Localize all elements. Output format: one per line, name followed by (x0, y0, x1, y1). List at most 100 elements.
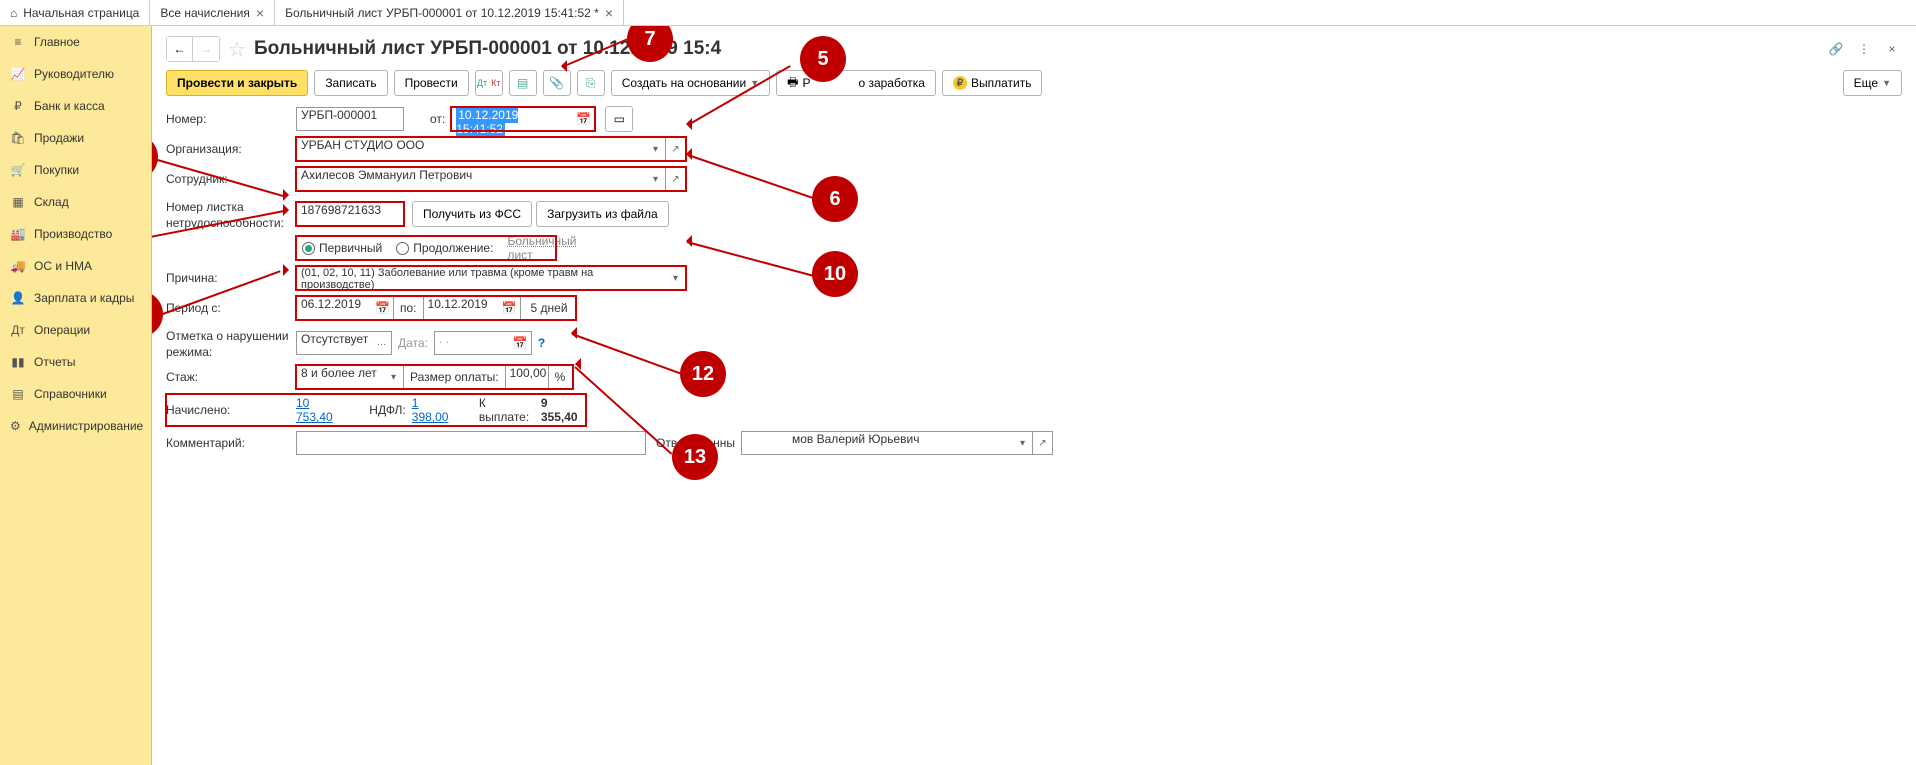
close-icon[interactable]: × (256, 5, 264, 21)
reason-input-group: (01, 02, 10, 11) Заболевание или травма … (296, 266, 686, 290)
dropdown-button[interactable]: ▾ (646, 167, 666, 191)
create-based-label: Создать на основании (622, 76, 747, 90)
dropdown-button[interactable]: ▾ (646, 137, 666, 161)
number-input[interactable]: УРБП-000001 (296, 107, 404, 131)
sheet-no-input[interactable]: 187698721633 (296, 202, 404, 226)
calendar-button[interactable]: 📅 (510, 331, 532, 355)
chart-icon: 📈 (10, 66, 26, 82)
more-button[interactable]: Еще▼ (1843, 70, 1902, 96)
more-menu-icon[interactable]: ⋮ (1854, 39, 1874, 59)
employee-input[interactable]: Ахилесов Эммануил Петрович (296, 167, 646, 191)
favorite-star-icon[interactable]: ☆ (228, 37, 246, 62)
employee-input-group: Ахилесов Эммануил Петрович ▾ ↗ (296, 167, 686, 191)
chevron-down-icon: ▼ (1882, 78, 1891, 88)
get-fss-button[interactable]: Получить из ФСС (412, 201, 532, 227)
arrow-head-icon (565, 327, 577, 339)
period-from-input[interactable]: 06.12.2019 (296, 296, 372, 320)
truck-icon: 🚚 (10, 258, 26, 274)
arrow-head-icon (680, 118, 692, 130)
tabs-bar: ⌂ Начальная страница Все начисления × Бо… (0, 0, 1916, 26)
sidebar-item-manager[interactable]: 📈Руководителю (0, 58, 151, 90)
sidebar-item-warehouse[interactable]: ▦Склад (0, 186, 151, 218)
topay-value: 9 355,40 (541, 396, 584, 424)
link-icon[interactable]: 🔗 (1826, 39, 1846, 59)
violation-date-label: Дата: (398, 336, 428, 350)
comment-input[interactable] (296, 431, 646, 455)
annotation-badge-11: 11 (152, 291, 163, 337)
seniority-label: Стаж: (166, 370, 296, 384)
pay-button[interactable]: ₽Выплатить (942, 70, 1043, 96)
sidebar-item-operations[interactable]: ДтОперации (0, 314, 151, 346)
responsible-input[interactable]: мов Валерий Юрьевич (741, 431, 1013, 455)
open-button[interactable]: ↗ (666, 167, 686, 191)
back-button[interactable]: ← (167, 37, 193, 61)
annotation-badge-12: 12 (680, 351, 726, 397)
accrued-link[interactable]: 10 753,40 (296, 396, 345, 424)
sidebar-item-reports[interactable]: ▮▮Отчеты (0, 346, 151, 378)
calendar-button[interactable]: 📅 (573, 107, 595, 131)
sidebar-label: Главное (34, 35, 80, 49)
tab-document[interactable]: Больничный лист УРБП-000001 от 10.12.201… (275, 0, 624, 25)
close-icon[interactable]: × (605, 5, 613, 21)
sidebar-item-sales[interactable]: 🛍 Продажи (0, 122, 151, 154)
post-button[interactable]: Провести (394, 70, 469, 96)
arrow-head-icon (555, 60, 567, 72)
reason-input[interactable]: (01, 02, 10, 11) Заболевание или травма … (296, 266, 666, 290)
sidebar-item-production[interactable]: 🏭Производство (0, 218, 151, 250)
copy-button[interactable]: ⎘ (577, 70, 605, 96)
violation-input[interactable]: Отсутствует (296, 331, 372, 355)
radio-unchecked-icon (396, 242, 409, 255)
sidebar-label: Банк и касса (34, 99, 105, 113)
sidebar-label: Продажи (34, 131, 84, 145)
sidebar-item-bank[interactable]: ₽Банк и касса (0, 90, 151, 122)
post-and-close-button[interactable]: Провести и закрыть (166, 70, 308, 96)
sidebar-item-catalogs[interactable]: ▤Справочники (0, 378, 151, 410)
open-button[interactable]: ↗ (1033, 431, 1053, 455)
sidebar-item-main[interactable]: ≡Главное (0, 26, 151, 58)
title-row: ← → ☆ Больничный лист УРБП-000001 от 10.… (166, 36, 1902, 62)
org-input[interactable]: УРБАН СТУДИО ООО (296, 137, 646, 161)
bars-icon: ▮▮ (10, 354, 26, 370)
pay-size-input[interactable]: 100,00 (505, 365, 549, 389)
violation-date-input[interactable]: . . (434, 331, 510, 355)
comment-label: Комментарий: (166, 436, 296, 450)
sidebar-item-payroll[interactable]: 👤Зарплата и кадры (0, 282, 151, 314)
dropdown-button[interactable]: ▾ (384, 365, 404, 389)
primary-label: Первичный (319, 241, 382, 255)
period-to-input[interactable]: 10.12.2019 (423, 296, 499, 320)
help-icon[interactable]: ? (538, 336, 545, 350)
seniority-input[interactable]: 8 и более лет (296, 365, 384, 389)
tab-home-label: Начальная страница (23, 6, 139, 20)
tab-accruals[interactable]: Все начисления × (150, 0, 275, 25)
sidebar-label: Склад (34, 195, 69, 209)
stamp-icon: ▭ (614, 112, 625, 126)
attach-button[interactable]: 📎 (543, 70, 571, 96)
calendar-icon: 📅 (502, 301, 517, 315)
primary-radio[interactable]: Первичный (302, 241, 382, 255)
accrued-label: Начислено: (166, 403, 296, 417)
bag-icon: 🛍 (10, 130, 26, 146)
calendar-button[interactable]: 📅 (499, 296, 521, 320)
sick-sheet-link: Больничный лист (507, 234, 576, 262)
dropdown-button[interactable]: ▾ (1013, 431, 1033, 455)
ndfl-link[interactable]: 1 398,00 (412, 396, 455, 424)
calendar-button[interactable]: 📅 (372, 296, 394, 320)
close-icon[interactable]: × (1882, 39, 1902, 59)
save-button[interactable]: Записать (314, 70, 387, 96)
home-icon: ⌂ (10, 6, 17, 20)
dropdown-button[interactable]: ▾ (666, 266, 686, 290)
sidebar-item-purchases[interactable]: 🛒Покупки (0, 154, 151, 186)
sidebar-item-admin[interactable]: ⚙Администрирование (0, 410, 151, 442)
sidebar-label: Производство (34, 227, 112, 241)
tab-home[interactable]: ⌂ Начальная страница (0, 0, 150, 25)
sidebar-item-assets[interactable]: 🚚ОС и НМА (0, 250, 151, 282)
ellipsis-button[interactable]: … (372, 331, 392, 355)
print-button[interactable]: ▤ (509, 70, 537, 96)
date-input[interactable]: 10.12.2019 15:41:52 (451, 107, 573, 131)
load-file-button[interactable]: Загрузить из файла (536, 201, 669, 227)
continuation-radio[interactable]: Продолжение: (396, 241, 493, 255)
stamp-button[interactable]: ▭ (605, 106, 633, 132)
forward-button[interactable]: → (193, 37, 219, 61)
dtkt-button[interactable]: ДтКт (475, 70, 503, 96)
avg-earnings-button[interactable]: 🖶Ро заработка (776, 70, 936, 96)
